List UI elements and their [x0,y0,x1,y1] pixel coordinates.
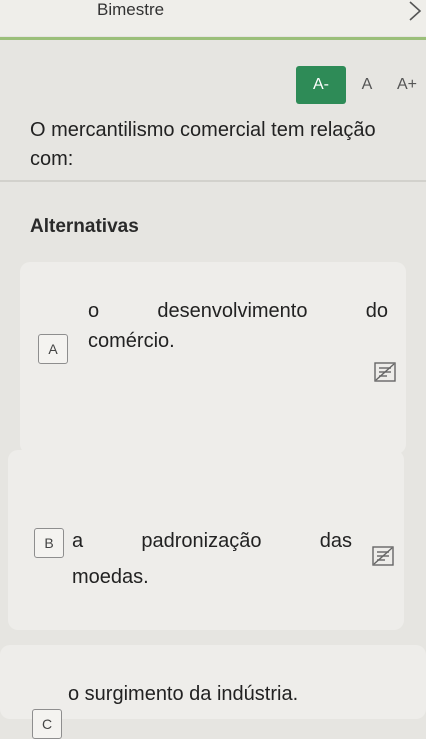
strikethrough-text-icon[interactable] [374,362,396,382]
question-text: O mercantilismo comercial tem relação co… [30,119,376,170]
alternative-c-card[interactable]: o surgimento da indústria. C [0,645,426,739]
alternative-b-letter[interactable]: B [34,528,64,558]
chevron-right-icon[interactable] [408,0,422,22]
alternative-b-text-line1: a padronização das [72,530,352,552]
alternative-b-card[interactable]: B a padronização das moedas. [8,450,404,630]
font-normal-button[interactable]: A [346,66,388,104]
alternatives-title: Alternativas [30,216,139,237]
page-title: Bimestre [97,0,165,19]
top-bar: Bimestre [0,0,426,36]
font-decrease-button[interactable]: A- [296,66,346,104]
alternative-a-text-line1: o desenvolvimento do [88,300,388,322]
font-increase-button[interactable]: A+ [388,66,426,104]
alternative-b-text-line2: moedas. [72,566,149,588]
alternative-c-letter[interactable]: C [32,709,62,739]
strikethrough-text-icon[interactable] [372,546,394,566]
alternative-c-text: o surgimento da indústria. [68,683,299,705]
alternative-a-card[interactable]: o desenvolvimento do comércio. A [20,262,406,454]
alternative-a-letter[interactable]: A [38,334,68,364]
header-divider [0,37,426,40]
section-divider [0,180,426,182]
font-size-controls: A- A A+ [296,66,426,104]
alternative-a-text-line2: comércio. [88,330,175,352]
